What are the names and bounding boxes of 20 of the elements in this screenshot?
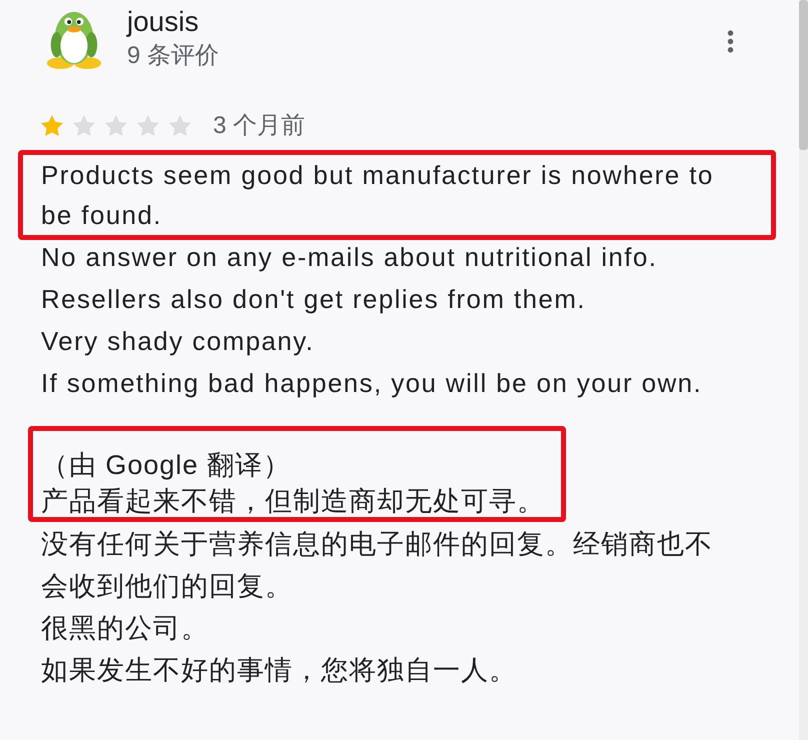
review-count: 9 条评价 [127,41,220,71]
translated-text: 如果发生不好的事情，您将独自一人。 [41,654,518,687]
star-icon [169,114,191,136]
translated-text: 很黑的公司。 [41,612,210,645]
reviewer-name: jousis [127,5,200,39]
review-text: No answer on any e-mails about nutritional info. [41,241,658,274]
review-text: Products seem good but manufacturer is nowhere to be found. [41,159,715,232]
star-icon [41,114,63,136]
star-icon [73,114,95,136]
more-options-icon[interactable] [727,30,734,53]
scrollbar-thumb[interactable] [799,0,808,150]
translation-note: （由 Google 翻译） [41,449,292,482]
star-icon [105,114,127,136]
review-text: Resellers also don't get replies from them. [41,283,587,316]
review-text: Very shady company. [41,325,316,358]
translated-text: 产品看起来不错，但制造商却无处可寻。 [41,486,545,517]
star-icon [137,114,159,136]
review-date: 3 个月前 [213,111,306,141]
review-text: If something bad happens, you will be on your own. [41,367,704,400]
translated-text: 没有任何关于营养信息的电子邮件的回复。经销商也不会收到他们的回复。 [41,528,714,603]
